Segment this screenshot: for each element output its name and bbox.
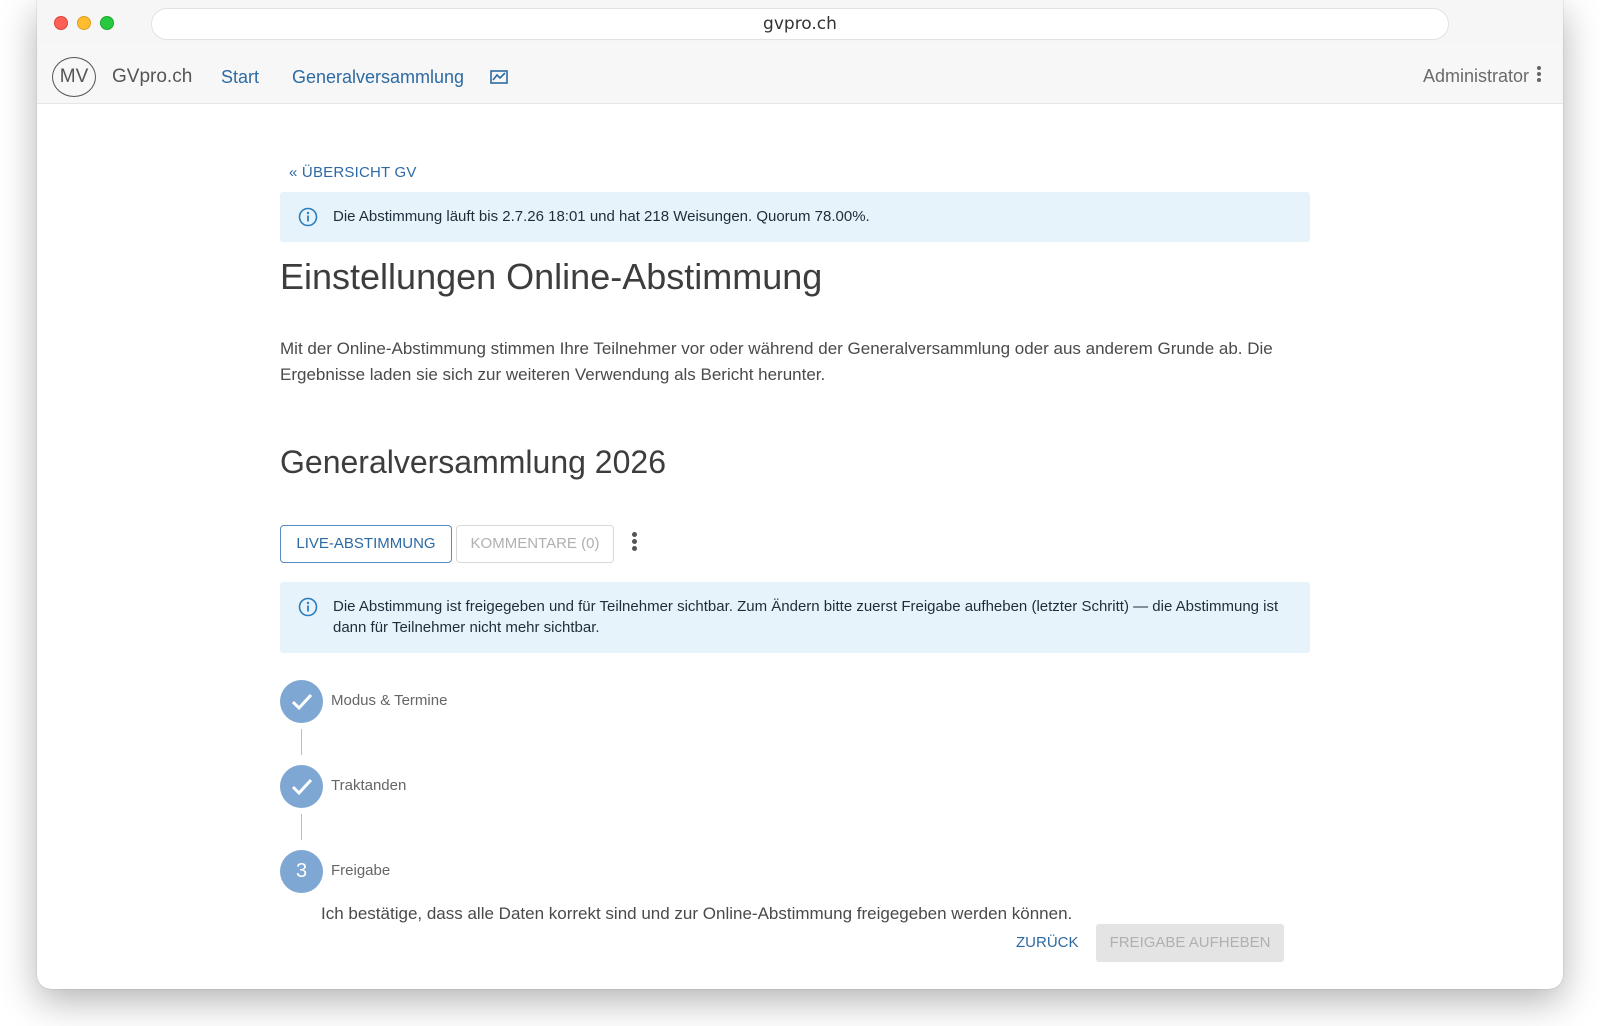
- release-alert-text: Die Abstimmung ist freigegeben und für T…: [333, 598, 1279, 636]
- status-alert: Die Abstimmung läuft bis 2.7.26 18:01 un…: [280, 192, 1310, 242]
- confirm-text: Ich bestätige, dass alle Daten korrekt s…: [321, 904, 1073, 923]
- maximize-window-button[interactable]: [100, 16, 114, 30]
- minimize-window-button[interactable]: [77, 16, 91, 30]
- chart-icon[interactable]: [490, 69, 508, 85]
- page-description: Mit der Online-Abstimmung stimmen Ihre T…: [280, 339, 1273, 384]
- step-3-number[interactable]: 3: [280, 850, 323, 893]
- more-options-icon[interactable]: [628, 532, 640, 556]
- step-2-check[interactable]: [280, 765, 323, 808]
- info-icon: [298, 597, 318, 617]
- step-1-label[interactable]: Modus & Termine: [331, 692, 447, 709]
- check-icon: [291, 693, 313, 711]
- step-connector: [301, 814, 302, 840]
- browser-window: gvpro.ch MV GVpro.ch Start Generalversam…: [37, 0, 1563, 989]
- close-window-button[interactable]: [54, 16, 68, 30]
- user-menu[interactable]: Administrator: [1423, 66, 1529, 87]
- event-title: Generalversammlung 2026: [280, 444, 666, 480]
- step-3-label[interactable]: Freigabe: [331, 862, 390, 879]
- brand-name[interactable]: GVpro.ch: [112, 66, 192, 88]
- live-vote-button[interactable]: LIVE-ABSTIMMUNG: [280, 525, 452, 563]
- nav-link-generalversammlung[interactable]: Generalversammlung: [292, 67, 464, 88]
- more-vert-icon[interactable]: [1537, 66, 1541, 82]
- step-1-check[interactable]: [280, 680, 323, 723]
- step-2-label[interactable]: Traktanden: [331, 777, 406, 794]
- status-alert-text: Die Abstimmung läuft bis 2.7.26 18:01 un…: [333, 208, 870, 225]
- url-bar[interactable]: gvpro.ch: [151, 8, 1449, 40]
- check-icon: [291, 778, 313, 796]
- page-title: Einstellungen Online-Abstimmung: [280, 256, 823, 297]
- avatar[interactable]: MV: [52, 57, 96, 97]
- info-icon: [298, 207, 318, 227]
- top-navbar: MV GVpro.ch Start Generalversammlung Adm…: [37, 44, 1563, 104]
- release-revoke-button[interactable]: FREIGABE AUFHEBEN: [1096, 924, 1284, 962]
- step-connector: [301, 729, 302, 755]
- back-button[interactable]: ZURÜCK: [1016, 924, 1079, 962]
- nav-link-start[interactable]: Start: [221, 67, 259, 88]
- browser-titlebar: gvpro.ch: [37, 0, 1563, 44]
- release-alert: Die Abstimmung ist freigegeben und für T…: [280, 582, 1310, 653]
- back-to-overview-link[interactable]: « ÜBERSICHT GV: [289, 164, 417, 181]
- comments-button[interactable]: KOMMENTARE (0): [456, 525, 614, 563]
